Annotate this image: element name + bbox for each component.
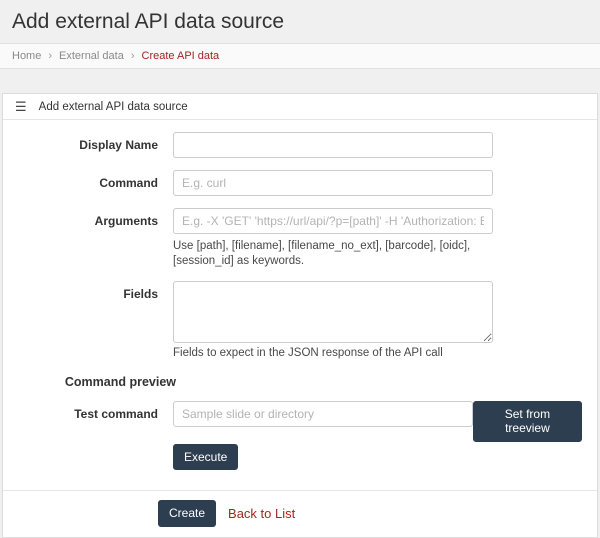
panel-header: Add external API data source xyxy=(3,94,597,120)
form-panel: Add external API data source Display Nam… xyxy=(2,93,598,538)
arguments-label: Arguments xyxy=(18,208,158,228)
hamburger-icon xyxy=(15,100,27,113)
arguments-row: Arguments Use [path], [filename], [filen… xyxy=(18,208,582,269)
execute-button[interactable]: Execute xyxy=(173,444,238,470)
create-button[interactable]: Create xyxy=(158,500,216,526)
fields-textarea[interactable] xyxy=(173,281,493,343)
fields-help-text: Fields to expect in the JSON response of… xyxy=(173,346,493,361)
breadcrumb-home[interactable]: Home xyxy=(12,50,41,62)
command-row: Command xyxy=(18,170,582,196)
fields-row: Fields Fields to expect in the JSON resp… xyxy=(18,281,582,361)
command-label: Command xyxy=(18,170,158,190)
page-title: Add external API data source xyxy=(0,0,600,43)
breadcrumb-create-api-data: Create API data xyxy=(142,50,220,62)
breadcrumb-external-data[interactable]: External data xyxy=(59,50,124,62)
command-preview-label: Command preview xyxy=(18,373,176,389)
chevron-separator-icon xyxy=(131,50,135,62)
command-input[interactable] xyxy=(173,170,493,196)
breadcrumb: Home External data Create API data xyxy=(0,43,600,69)
arguments-help-text: Use [path], [filename], [filename_no_ext… xyxy=(173,239,493,269)
arguments-input[interactable] xyxy=(173,208,493,234)
display-name-input[interactable] xyxy=(173,132,493,158)
display-name-label: Display Name xyxy=(18,132,158,152)
command-preview-row: Command preview xyxy=(18,373,582,389)
test-command-row: Test command Set from treeview Execute xyxy=(18,401,582,470)
panel-title: Add external API data source xyxy=(39,101,188,113)
back-to-list-link[interactable]: Back to List xyxy=(228,506,295,521)
panel-footer: Create Back to List xyxy=(3,490,597,536)
fields-label: Fields xyxy=(18,281,158,301)
display-name-row: Display Name xyxy=(18,132,582,158)
set-from-treeview-button[interactable]: Set from treeview xyxy=(473,401,582,442)
test-command-input[interactable] xyxy=(173,401,473,427)
test-command-label: Test command xyxy=(18,401,158,421)
chevron-separator-icon xyxy=(48,50,52,62)
form-body: Display Name Command Arguments Use [path… xyxy=(3,120,597,480)
